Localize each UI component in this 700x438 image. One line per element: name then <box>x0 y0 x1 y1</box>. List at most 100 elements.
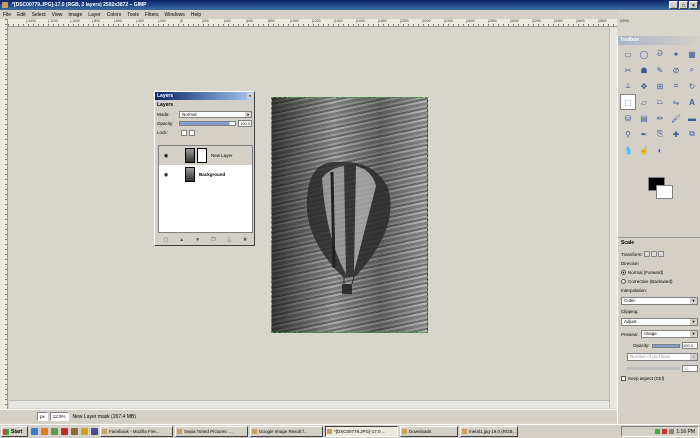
measure-icon[interactable]: ⟂ <box>620 78 636 94</box>
task-button[interactable]: Sepia Toned Pictures: ... <box>175 426 248 437</box>
keep-aspect-checkbox[interactable] <box>621 376 626 381</box>
tray-network-icon[interactable] <box>655 429 661 434</box>
perspective-clone-icon[interactable]: ⧉ <box>684 126 700 142</box>
eye-icon[interactable]: ◉ <box>162 153 170 159</box>
explorer-icon[interactable] <box>51 428 58 435</box>
smudge-icon[interactable]: ☝ <box>636 142 652 158</box>
eye-icon[interactable]: ◉ <box>162 172 170 178</box>
minimize-button[interactable]: _ <box>669 1 678 9</box>
preview-opacity-slider[interactable] <box>651 343 680 348</box>
vertical-ruler[interactable] <box>0 19 8 409</box>
unit-select[interactable]: px <box>37 412 48 421</box>
fuzzy-select-icon[interactable]: ✦ <box>668 46 684 62</box>
menu-view[interactable]: View <box>52 12 63 18</box>
menu-help[interactable]: Help <box>191 12 201 18</box>
layers-dialog-titlebar[interactable]: Layers × <box>155 92 254 100</box>
guides-select[interactable]: Number of grid lines ▾ <box>627 353 698 361</box>
duplicate-layer-icon[interactable]: ❐ <box>209 237 217 243</box>
foreground-select-icon[interactable]: ☗ <box>636 62 652 78</box>
layer-row[interactable]: ◉ Background <box>159 165 252 184</box>
blend-icon[interactable]: ▤ <box>636 110 652 126</box>
zoom-select[interactable]: 12.5% <box>49 412 69 421</box>
raise-layer-icon[interactable]: ▲ <box>178 237 186 243</box>
image-canvas[interactable] <box>271 97 428 333</box>
vertical-scrollbar[interactable] <box>609 28 617 408</box>
scissors-icon[interactable]: ✂ <box>620 62 636 78</box>
horizontal-ruler[interactable]: |-1400 |-1200 |-1000 |-800 |-600 |-400 |-200 |0… <box>8 19 629 27</box>
toolbox-title[interactable]: Toolbox <box>618 36 700 45</box>
eraser-icon[interactable]: ▬ <box>684 110 700 126</box>
rotate-icon[interactable]: ↻ <box>684 78 700 94</box>
transform-path-icon[interactable] <box>657 251 664 257</box>
menu-layer[interactable]: Layer <box>88 12 101 18</box>
desktop-icon[interactable] <box>31 428 38 435</box>
menu-file[interactable]: File <box>3 12 11 18</box>
opacity-slider[interactable] <box>179 121 236 126</box>
clone-icon[interactable]: ⎘ <box>652 126 668 142</box>
anchor-layer-icon[interactable]: ⚓ <box>225 237 233 243</box>
start-button[interactable]: Start <box>1 426 28 437</box>
lock-alpha-checkbox[interactable] <box>189 129 195 136</box>
blur-icon[interactable]: 💧 <box>620 142 636 158</box>
layer-name[interactable]: Background <box>199 172 225 177</box>
keep-aspect-row[interactable]: Keep aspect (Ctrl) <box>621 376 698 381</box>
zoom-icon[interactable]: ⌕ <box>684 62 700 78</box>
layer-mask-thumbnail[interactable] <box>197 148 207 163</box>
app-icon[interactable] <box>91 428 98 435</box>
task-button[interactable]: *[DSC00779.JPG]-17.0 ... <box>325 426 398 437</box>
folder-icon[interactable] <box>81 428 88 435</box>
media-icon[interactable] <box>61 428 68 435</box>
lock-pixels-checkbox[interactable] <box>181 129 187 136</box>
close-icon[interactable]: × <box>247 93 253 99</box>
menu-edit[interactable]: Edit <box>17 12 26 18</box>
menu-windows[interactable]: Windows <box>165 12 185 18</box>
task-button[interactable]: Google Image Result f... <box>250 426 323 437</box>
dodge-burn-icon[interactable]: ◐ <box>652 142 668 158</box>
direction-corrective-option[interactable]: Corrective (Backward) <box>621 279 698 284</box>
paths-icon[interactable]: ✎ <box>652 62 668 78</box>
maximize-button[interactable]: □ <box>679 1 688 9</box>
airbrush-icon[interactable]: ⚲ <box>620 126 636 142</box>
transform-selection-icon[interactable] <box>650 251 657 257</box>
horizontal-scrollbar[interactable] <box>9 400 609 408</box>
layer-name[interactable]: New Layer <box>211 153 233 158</box>
pencil-icon[interactable]: ✏ <box>652 110 668 126</box>
color-picker-icon[interactable]: ⊘ <box>668 62 684 78</box>
crop-icon[interactable]: ⌗ <box>668 78 684 94</box>
preview-select[interactable]: Image ▾ <box>641 330 698 338</box>
scale-icon[interactable]: ⬚ <box>620 94 636 110</box>
task-button[interactable]: Facebook - Mozilla Fire... <box>100 426 173 437</box>
menu-tools[interactable]: Tools <box>127 12 139 18</box>
lower-layer-icon[interactable]: ▼ <box>194 237 202 243</box>
opacity-value[interactable]: 100.0 <box>238 120 252 127</box>
shear-icon[interactable]: ▱ <box>636 94 652 110</box>
grid-slider[interactable] <box>627 367 680 370</box>
direction-normal-option[interactable]: Normal (Forward) <box>621 270 698 275</box>
ink-icon[interactable]: ✒ <box>636 126 652 142</box>
fg-bg-colors[interactable] <box>648 177 673 202</box>
layers-list[interactable]: ◉ New Layer ◉ Background <box>158 145 253 233</box>
menu-select[interactable]: Select <box>32 12 46 18</box>
clipping-select[interactable]: Adjust ▾ <box>621 318 698 326</box>
flip-icon[interactable]: ⇋ <box>668 94 684 110</box>
heal-icon[interactable]: ✚ <box>668 126 684 142</box>
firefox-icon[interactable] <box>41 428 48 435</box>
window-titlebar[interactable]: *[DSC00779.JPG]-17.0 (RGB, 2 layers) 259… <box>0 0 700 10</box>
tray-volume-icon[interactable] <box>669 429 675 434</box>
interpolation-select[interactable]: Cubic ▾ <box>621 297 698 305</box>
background-color-swatch[interactable] <box>656 185 673 199</box>
gimp-quicklaunch-icon[interactable] <box>71 428 78 435</box>
grid-value[interactable]: 15 <box>682 365 698 372</box>
new-layer-icon[interactable]: ▢ <box>162 237 170 243</box>
task-button[interactable]: Downloads <box>400 426 458 437</box>
delete-layer-icon[interactable]: ✖ <box>241 237 249 243</box>
preview-opacity-value[interactable]: 100.0 <box>682 342 698 349</box>
bucket-fill-icon[interactable]: ⛁ <box>620 110 636 126</box>
text-icon[interactable]: A <box>684 94 700 110</box>
close-button[interactable]: × <box>689 1 698 9</box>
paintbrush-icon[interactable]: 🖌 <box>668 110 684 126</box>
transform-layer-icon[interactable] <box>643 251 650 257</box>
free-select-icon[interactable]: ᘐ <box>652 46 668 62</box>
menu-colors[interactable]: Colors <box>107 12 121 18</box>
menu-filters[interactable]: Filters <box>145 12 159 18</box>
